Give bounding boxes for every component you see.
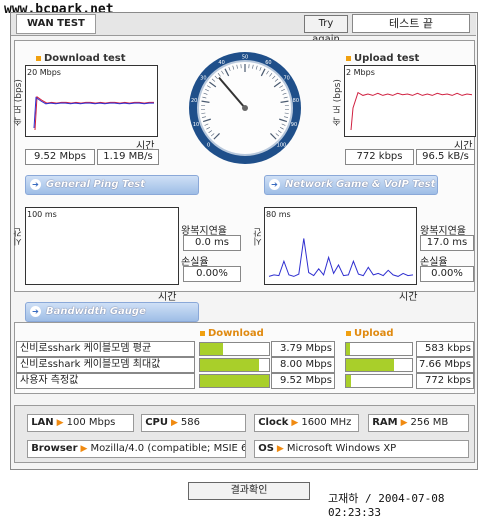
gauge-tick-label: 40 xyxy=(218,60,224,66)
confirm-results-button[interactable]: 결과확인 xyxy=(188,482,310,500)
ping-scale: 100 ms xyxy=(27,210,57,219)
bullet-icon xyxy=(200,331,205,336)
try-again-button[interactable]: Try again xyxy=(304,15,348,33)
cpu-info: CPU▶586 xyxy=(141,414,246,432)
arrow-right-icon: ➔ xyxy=(30,179,41,190)
gauge-tick-label: 60 xyxy=(265,60,271,66)
bandwidth-upload-label: Upload xyxy=(346,328,393,339)
gauge-tick-label: 10 xyxy=(193,122,199,128)
bandwidth-up-fill xyxy=(346,343,350,355)
timestamp-signature: 고재하 / 2004-07-08 02:23:33 xyxy=(328,490,500,519)
bullet-icon xyxy=(346,331,351,336)
bandwidth-gauge-header[interactable]: ➔Bandwidth Gauge xyxy=(25,302,199,322)
bandwidth-down-bar xyxy=(199,374,270,388)
download-axis-label: 속 도 (bps) xyxy=(12,66,25,126)
bandwidth-up-value: 772 kbps xyxy=(416,373,474,389)
ping-loss-value: 0.00% xyxy=(183,266,241,282)
bandwidth-down-fill xyxy=(200,359,259,371)
arrow-right-icon: ➔ xyxy=(269,179,280,190)
bandwidth-up-bar xyxy=(345,374,413,388)
window-title: WAN TEST xyxy=(16,14,96,34)
download-chart xyxy=(26,66,157,136)
bandwidth-row-label: 사용자 측정값 xyxy=(16,373,195,389)
bandwidth-down-value: 8.00 Mbps xyxy=(271,357,335,373)
download-mbps-value: 9.52 Mbps xyxy=(25,149,95,165)
gauge-tick-label: 70 xyxy=(283,76,289,82)
arrow-icon: ▶ xyxy=(171,418,178,428)
arrow-right-icon: ➔ xyxy=(30,306,41,317)
arrow-icon: ▶ xyxy=(291,418,298,428)
gauge-tick-label: 80 xyxy=(293,98,299,104)
bullet-icon xyxy=(36,56,41,61)
bandwidth-up-bar xyxy=(345,342,413,356)
gauge-tick-label: 100 xyxy=(277,142,287,148)
upload-axis-label: 속 도 (bps) xyxy=(331,66,344,126)
gauge-tick-label: 0 xyxy=(207,142,210,148)
ping-time-label: 시간 xyxy=(158,288,176,303)
bandwidth-up-fill xyxy=(346,359,394,371)
bandwidth-up-value: 583 kbps xyxy=(416,341,474,357)
bandwidth-up-fill xyxy=(346,375,351,387)
download-series-2 xyxy=(35,97,154,130)
bandwidth-down-bar xyxy=(199,342,270,356)
upload-kbs-value: 96.5 kB/s xyxy=(416,149,475,165)
arrow-icon: ▶ xyxy=(81,444,88,454)
bandwidth-down-value: 3.79 Mbps xyxy=(271,341,335,357)
game-time-label: 시간 xyxy=(399,288,417,303)
os-info: OS▶Microsoft Windows XP xyxy=(254,440,469,458)
ping-rtt-value: 0.0 ms xyxy=(183,235,241,251)
download-test-title: Download test xyxy=(36,53,126,64)
bandwidth-row-label: 신비로sshark 케이블모뎀 최대값 xyxy=(16,357,195,373)
speed-gauge: 0 10 20 30 40 50 60 70 80 90 100 xyxy=(187,50,303,166)
game-loss-value: 0.00% xyxy=(420,266,474,282)
upload-kbps-value: 772 kbps xyxy=(345,149,414,165)
gauge-tick-label: 50 xyxy=(242,55,248,61)
download-graph: 20 Mbps xyxy=(25,65,158,137)
general-ping-test-header[interactable]: ➔General Ping Test xyxy=(25,175,199,195)
bandwidth-download-label: Download xyxy=(200,328,264,339)
test-status-field: 테스트 끝 xyxy=(352,14,470,33)
ram-info: RAM▶256 MB xyxy=(368,414,469,432)
game-chart xyxy=(265,208,416,284)
arrow-icon: ▶ xyxy=(401,418,408,428)
gauge-tick-label: 20 xyxy=(191,98,197,104)
clock-info: Clock▶1600 MHz xyxy=(254,414,359,432)
upload-graph: 2 Mbps xyxy=(344,65,476,137)
bandwidth-down-bar xyxy=(199,358,270,372)
upload-chart xyxy=(345,66,475,136)
ping-graph: 100 ms xyxy=(25,207,179,285)
game-rtt-value: 17.0 ms xyxy=(420,235,474,251)
game-graph: 80 ms xyxy=(264,207,417,285)
bandwidth-up-value: 7.66 Mbps xyxy=(416,357,474,373)
bandwidth-down-fill xyxy=(200,343,223,355)
bandwidth-down-value: 9.52 Mbps xyxy=(271,373,335,389)
gauge-hub xyxy=(242,105,248,111)
download-mbs-value: 1.19 MB/s xyxy=(97,149,159,165)
upload-series xyxy=(351,93,472,130)
bullet-icon xyxy=(346,56,351,61)
game-series xyxy=(269,238,413,276)
upload-test-title: Upload test xyxy=(346,53,419,64)
browser-info: Browser▶Mozilla/4.0 (compatible; MSIE 6.… xyxy=(27,440,246,458)
game-voip-test-header[interactable]: ➔Network Game & VoIP Test xyxy=(264,175,438,195)
gauge-tick-label: 90 xyxy=(291,122,297,128)
arrow-icon: ▶ xyxy=(277,444,284,454)
gauge-tick-label: 30 xyxy=(200,76,206,82)
arrow-icon: ▶ xyxy=(57,418,64,428)
bandwidth-up-bar xyxy=(345,358,413,372)
lan-info: LAN▶100 Mbps xyxy=(27,414,134,432)
bandwidth-down-fill xyxy=(200,375,269,387)
bandwidth-row-label: 신비로sshark 케이블모뎀 평균 xyxy=(16,341,195,357)
